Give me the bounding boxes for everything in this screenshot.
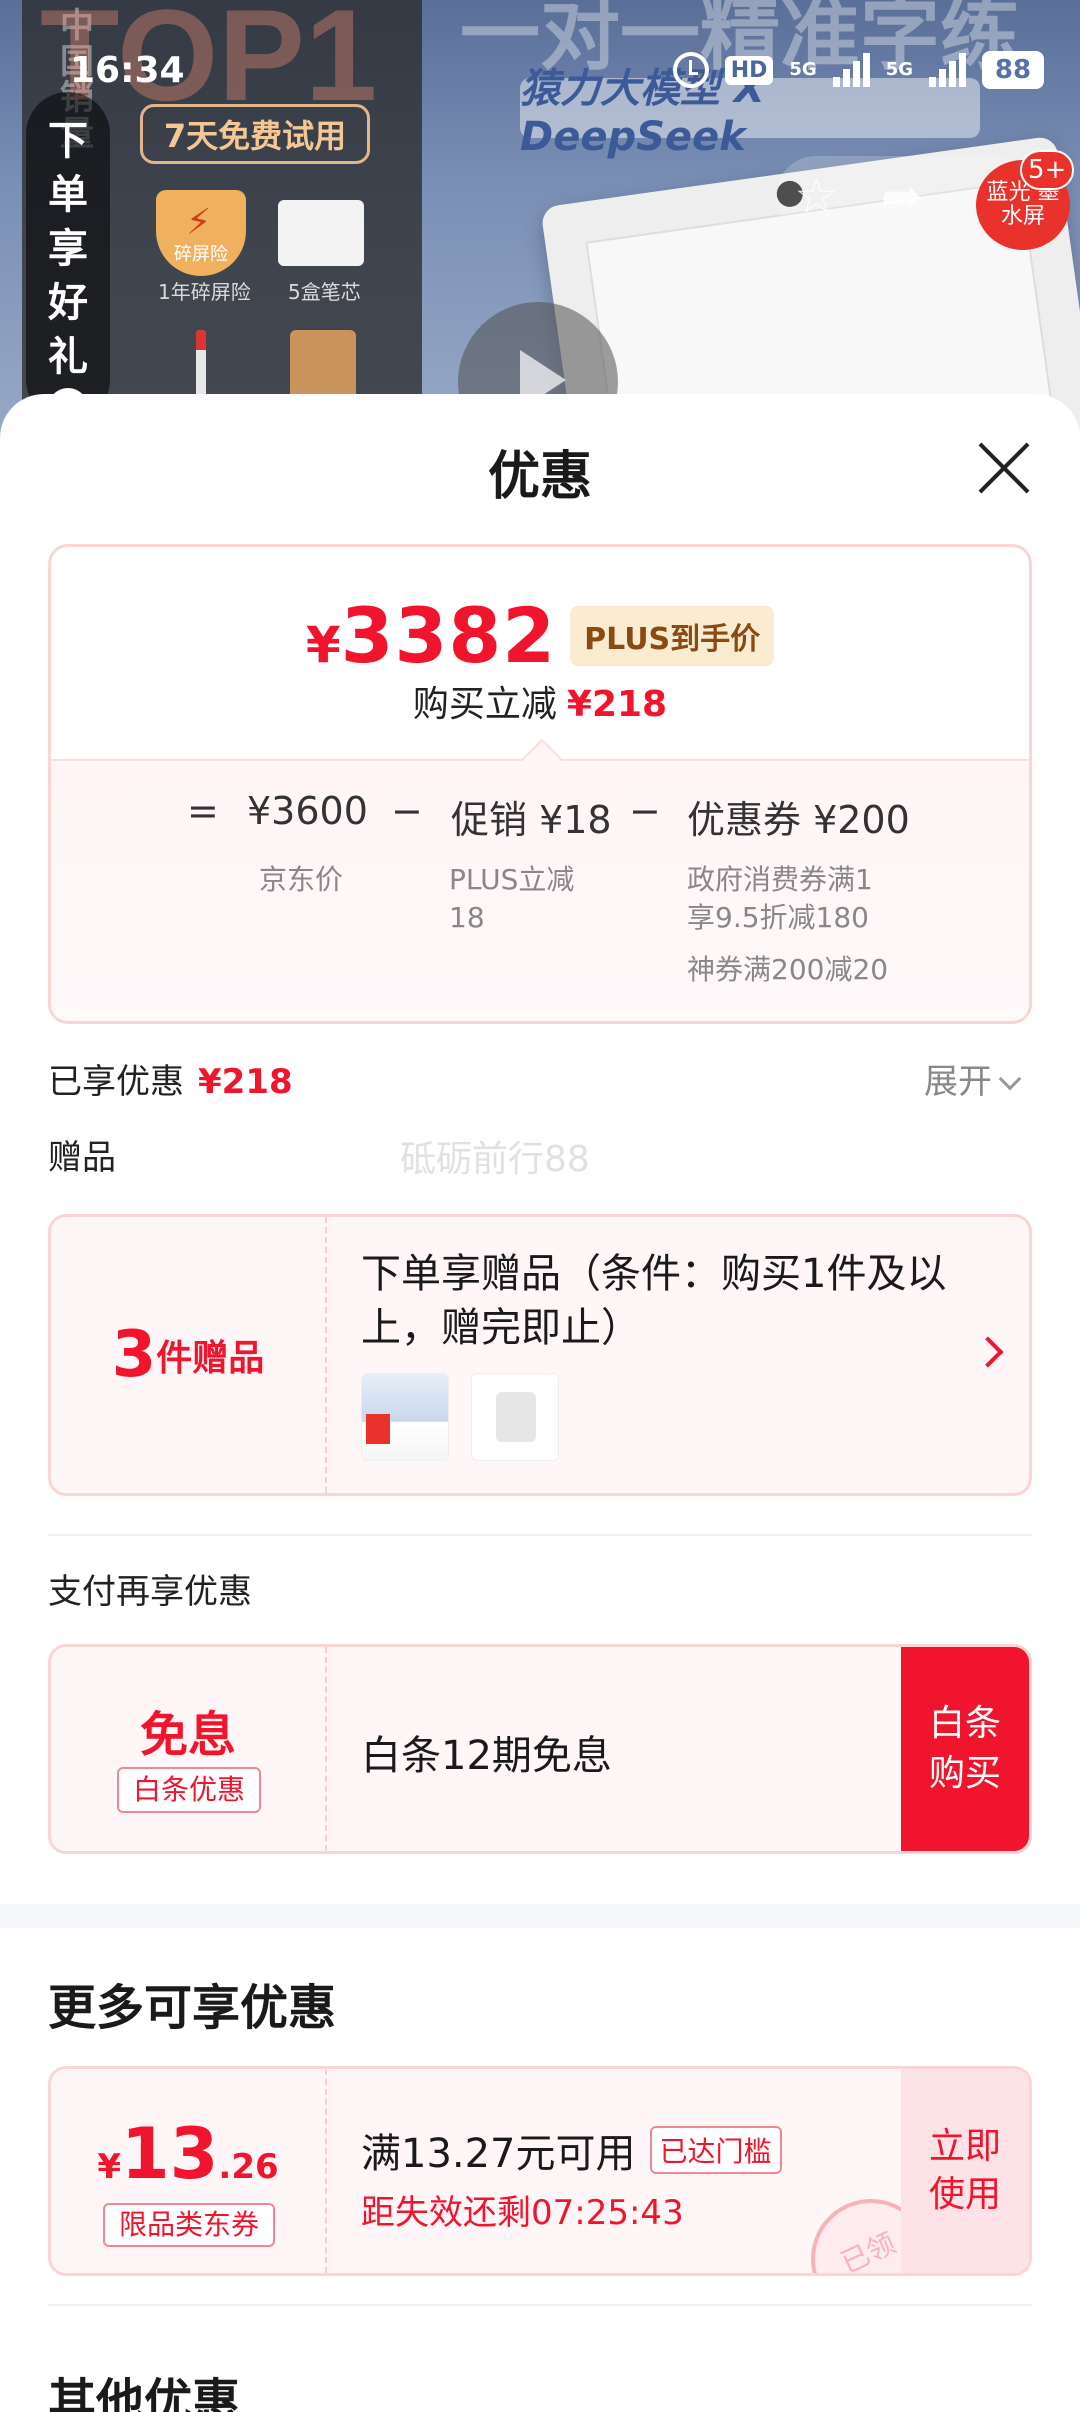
shield-label: 1年碎屏险 bbox=[158, 280, 251, 304]
signal-icon bbox=[832, 53, 870, 87]
coupon-amount-int: 13 bbox=[121, 2113, 219, 2195]
pay-section-label: 支付再享优惠 bbox=[48, 1572, 252, 1612]
free-trial-badge: 7天免费试用 bbox=[140, 104, 370, 164]
shield-text: 碎屏险 bbox=[174, 244, 228, 265]
promo-char: 下 bbox=[48, 118, 88, 164]
interest-free-label: 免息 bbox=[139, 1707, 236, 1763]
gift-count: 3 bbox=[111, 1318, 157, 1392]
threshold-reached-tag: 已达门槛 bbox=[649, 2126, 782, 2174]
promo-desc: PLUS立减 18 bbox=[449, 863, 575, 934]
baitiao-left: 免息 白条优惠 bbox=[51, 1647, 327, 1851]
discount-sheet: 优惠 ¥3382 PLUS到手价 购买立减 ¥218 = ¥3600 − 促销 … bbox=[0, 394, 1080, 2412]
section-gap bbox=[0, 1904, 1080, 1928]
gift-unit: 件赠品 bbox=[156, 1338, 265, 1379]
watermark: 砥砺前行88 bbox=[400, 1139, 590, 1180]
hd-icon: HD bbox=[724, 55, 774, 85]
network-label: 5G bbox=[885, 59, 913, 80]
enjoyed-discount: 已享优惠 ¥218 bbox=[48, 1054, 293, 1103]
coupon-desc-gov: 政府消费券满1 享9.5折减180 bbox=[687, 863, 873, 934]
coupon-type-tag: 限品类东券 bbox=[103, 2203, 275, 2247]
coupon-value-area: ¥13.26 限品类东券 bbox=[51, 2069, 327, 2273]
coupon-amount-dec: .26 bbox=[218, 2147, 279, 2187]
coupon-card: ¥13.26 限品类东券 满13.27元可用 已达门槛 距失效还剩07:25:4… bbox=[48, 2066, 1032, 2276]
share-icon[interactable]: ➦ bbox=[881, 171, 923, 221]
shield-icon: ⚡ 碎屏险 bbox=[156, 190, 246, 276]
refill-label: 5盒笔芯 bbox=[288, 280, 361, 304]
close-icon[interactable] bbox=[976, 440, 1032, 496]
baitiao-tag: 白条优惠 bbox=[117, 1767, 261, 1813]
expand-button[interactable]: 展开 bbox=[924, 1054, 1022, 1103]
enjoyed-label: 已享优惠 bbox=[48, 1062, 184, 1102]
use-now-label: 立即 使用 bbox=[928, 2126, 1001, 2215]
gift-title: 下单享赠品（条件：购买1件及以上，赠完即止） bbox=[361, 1251, 947, 1351]
chevron-down-icon bbox=[998, 1067, 1022, 1091]
coupon-condition: 满13.27元可用 bbox=[361, 2131, 636, 2177]
final-price-row: ¥3382 PLUS到手价 bbox=[51, 591, 1029, 680]
promo-char: 享 bbox=[48, 226, 88, 272]
bolt-icon: ⚡ bbox=[186, 202, 212, 243]
chevron-right-icon[interactable] bbox=[972, 1336, 1004, 1368]
final-price: 3382 bbox=[340, 591, 557, 680]
coupon-amount: 优惠券 ¥200 bbox=[687, 798, 910, 842]
alarm-icon bbox=[672, 52, 709, 88]
plus-price-tag: PLUS到手价 bbox=[570, 605, 775, 666]
status-time: 16:34 bbox=[70, 49, 185, 91]
price-breakdown: = ¥3600 − 促销 ¥18 − 优惠券 ¥200 京东价 PLUS立减 1… bbox=[51, 738, 1029, 1021]
order-gift-promo[interactable]: 下 单 享 好 礼 > bbox=[26, 92, 110, 428]
promo-char: 好 bbox=[48, 280, 88, 326]
gift-thumbnail[interactable] bbox=[471, 1373, 559, 1461]
coupon-amount: ¥13.26 bbox=[51, 2113, 325, 2195]
coupon-countdown: 距失效还剩07:25:43 bbox=[361, 2193, 684, 2233]
promo-amount: 促销 ¥18 bbox=[451, 798, 612, 842]
other-discounts-title: 其他优惠 bbox=[48, 2374, 241, 2412]
minus-sign: − bbox=[391, 789, 423, 833]
reduce-label: 购买立减 bbox=[412, 684, 557, 725]
enjoyed-value: ¥218 bbox=[198, 1062, 293, 1102]
use-now-button[interactable]: 立即 使用 bbox=[901, 2069, 1029, 2273]
gift-card[interactable]: 3 件赠品 下单享赠品（条件：购买1件及以上，赠完即止） bbox=[48, 1214, 1032, 1496]
equals-sign: = bbox=[187, 789, 219, 833]
baitiao-desc: 白条12期免息 bbox=[361, 1733, 612, 1779]
gift-thumbnail[interactable] bbox=[361, 1373, 449, 1461]
sheet-title: 优惠 bbox=[487, 447, 592, 507]
star-icon[interactable]: ☆ bbox=[794, 171, 839, 221]
baitiao-card: 免息 白条优惠 白条12期免息 白条 购买 bbox=[48, 1644, 1032, 1854]
price-card: ¥3382 PLUS到手价 购买立减 ¥218 = ¥3600 − 促销 ¥18 … bbox=[48, 544, 1032, 1024]
jd-price: ¥3600 bbox=[247, 789, 368, 833]
price-summary: ¥3382 PLUS到手价 购买立减 ¥218 bbox=[51, 547, 1029, 759]
gifts-section-label: 赠品 bbox=[48, 1138, 116, 1178]
refill-box-image bbox=[278, 200, 364, 266]
status-bar: 16:34 HD 5G 5G 88 bbox=[0, 40, 1080, 100]
minus-sign: − bbox=[629, 789, 661, 833]
baitiao-buy-label: 白条 购买 bbox=[928, 1703, 1001, 1794]
coupon-desc-super: 神券满200减20 bbox=[687, 953, 889, 986]
reduce-row: 购买立减 ¥218 bbox=[51, 675, 1029, 727]
currency-symbol: ¥ bbox=[305, 616, 341, 674]
promo-char: 单 bbox=[48, 172, 88, 218]
reduce-value: ¥218 bbox=[566, 684, 668, 725]
signal-icon bbox=[929, 53, 966, 87]
promo-char: 礼 bbox=[48, 334, 88, 380]
divider bbox=[48, 1534, 1032, 1536]
breakdown-row: = ¥3600 − 促销 ¥18 − 优惠券 ¥200 bbox=[51, 789, 1029, 842]
jd-price-label: 京东价 bbox=[259, 863, 344, 896]
more-discounts-title: 更多可享优惠 bbox=[48, 1980, 337, 2036]
screen: 中国 销量 TOP1 一对一精准字练 猿力大模型 X DeepSeek 下 单 … bbox=[0, 0, 1080, 2412]
gift-count-area: 3 件赠品 bbox=[51, 1217, 327, 1493]
network-label: 5G bbox=[789, 59, 817, 80]
expand-label: 展开 bbox=[924, 1062, 992, 1102]
divider bbox=[48, 2304, 1032, 2306]
coupon-condition-row: 满13.27元可用 已达门槛 bbox=[361, 2121, 782, 2179]
pen-tip bbox=[196, 330, 206, 350]
image-count-badge: 5+ bbox=[1020, 150, 1075, 190]
status-icons: HD 5G 5G 88 bbox=[672, 51, 1044, 89]
battery-icon: 88 bbox=[982, 51, 1044, 89]
coupon-currency: ¥ bbox=[97, 2147, 121, 2187]
baitiao-buy-button[interactable]: 白条 购买 bbox=[901, 1647, 1029, 1851]
